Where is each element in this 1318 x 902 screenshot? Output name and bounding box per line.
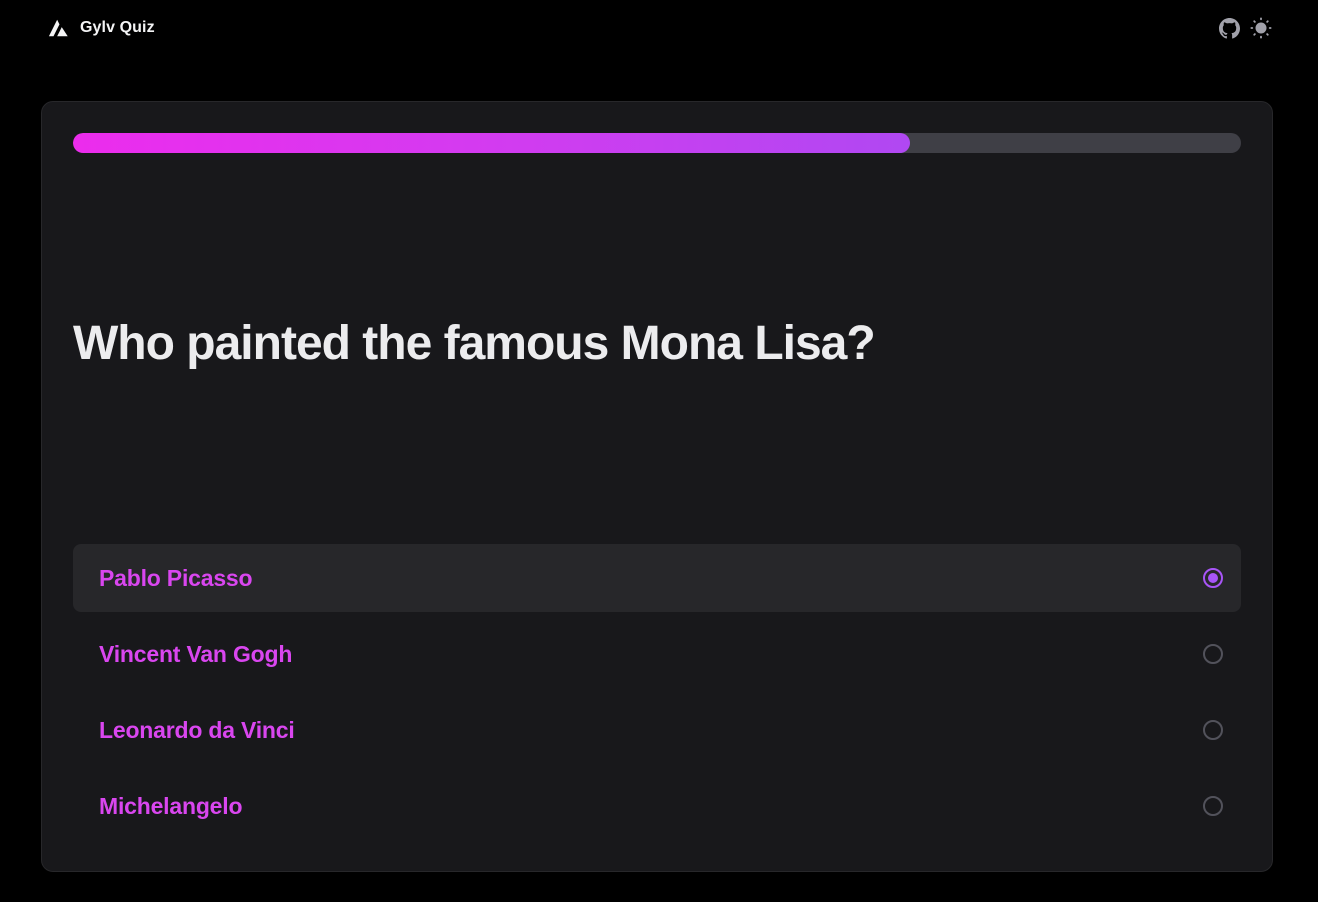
- progress-bar: [73, 133, 1241, 153]
- top-bar: Gylv Quiz: [0, 0, 1318, 60]
- brand-home-link[interactable]: Gylv Quiz: [48, 17, 155, 39]
- answer-option-label: Vincent Van Gogh: [99, 640, 293, 667]
- answer-option-label: Leonardo da Vinci: [99, 716, 295, 743]
- github-button[interactable]: [1218, 17, 1240, 39]
- radio-icon[interactable]: [1203, 796, 1223, 816]
- top-actions: [1218, 17, 1272, 39]
- quiz-card: Who painted the famous Mona Lisa? Pablo …: [41, 101, 1273, 872]
- answer-option[interactable]: Michelangelo: [73, 772, 1241, 840]
- radio-icon[interactable]: [1203, 720, 1223, 740]
- github-icon: [1218, 17, 1240, 38]
- answer-option-label: Pablo Picasso: [99, 564, 253, 591]
- answer-option[interactable]: Leonardo da Vinci: [73, 696, 1241, 764]
- triangle-logo-icon: [48, 19, 68, 37]
- answer-option[interactable]: Pablo Picasso: [73, 544, 1241, 612]
- radio-icon[interactable]: [1203, 644, 1223, 664]
- progress-fill: [73, 133, 911, 153]
- theme-toggle-button[interactable]: [1250, 17, 1272, 39]
- answer-option[interactable]: Vincent Van Gogh: [73, 620, 1241, 688]
- radio-icon[interactable]: [1203, 568, 1223, 588]
- answer-option-label: Michelangelo: [99, 792, 243, 819]
- answer-options: Pablo Picasso Vincent Van Gogh Leonardo …: [73, 544, 1241, 848]
- app-title: Gylv Quiz: [80, 19, 155, 36]
- question-text: Who painted the famous Mona Lisa?: [73, 317, 876, 370]
- sun-icon: [1250, 17, 1272, 39]
